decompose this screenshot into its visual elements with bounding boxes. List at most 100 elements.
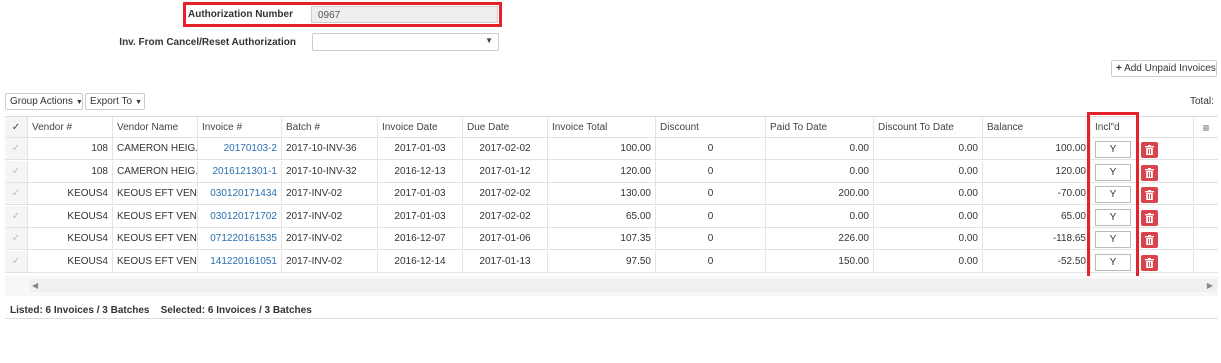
cell-vendor-number: 108 [27, 160, 112, 182]
trash-icon [1145, 190, 1154, 200]
cell-discount: 0 [655, 205, 765, 227]
arrow-right-icon[interactable]: ▶ [1207, 279, 1213, 292]
cell-invoice-total: 120.00 [547, 160, 655, 182]
inv-cancel-reset-select[interactable]: ▼ [312, 33, 499, 51]
cell-vendor-number: KEOUS4 [27, 205, 112, 227]
delete-row-button[interactable] [1141, 209, 1158, 226]
delete-row-button[interactable] [1141, 187, 1158, 203]
cell-discount-to-date: 0.00 [873, 228, 982, 249]
column-header-batch-number[interactable]: Batch # [281, 117, 377, 137]
column-header-discount[interactable]: Discount [655, 117, 765, 137]
cell-balance: -118.65 [982, 228, 1090, 249]
horizontal-scrollbar[interactable]: ◀ ▶ [30, 279, 1217, 292]
row-select-checkbox[interactable]: ✓ [5, 160, 27, 182]
column-header-balance[interactable]: Balance [982, 117, 1090, 137]
column-header-invoice-number[interactable]: Invoice # [197, 117, 281, 137]
group-actions-label: Group Actions [10, 96, 73, 107]
arrow-left-icon[interactable]: ◀ [32, 279, 38, 292]
plus-icon: + [1116, 63, 1122, 74]
table-row[interactable]: ✓ 108 CAMERON HEIG... 20170103-2 2017-10-INV… [5, 138, 1218, 160]
cell-due-date: 2017-01-06 [462, 228, 547, 249]
delete-row-button[interactable] [1141, 164, 1158, 181]
cell-discount-to-date: 0.00 [873, 250, 982, 272]
cell-spacer [1193, 228, 1218, 249]
cell-actions [1138, 160, 1193, 182]
trash-icon [1145, 257, 1154, 268]
inv-cancel-reset-label: Inv. From Cancel/Reset Authorization [119, 37, 296, 48]
cell-paid-to-date: 150.00 [765, 250, 873, 272]
column-header-due-date[interactable]: Due Date [462, 117, 547, 137]
table-row[interactable]: ✓ KEOUS4 KEOUS EFT VEN... 030120171702 2017-… [5, 205, 1218, 228]
cell-discount-to-date: 0.00 [873, 183, 982, 204]
cell-invoice-total: 97.50 [547, 250, 655, 272]
cell-invoice-number-link[interactable]: 2016121301-1 [197, 160, 281, 182]
cell-discount: 0 [655, 228, 765, 249]
authorization-number-field[interactable]: 0967 [311, 6, 498, 23]
column-header-invoice-date[interactable]: Invoice Date [377, 117, 462, 137]
cell-invoice-total: 100.00 [547, 138, 655, 159]
column-header-vendor-name[interactable]: Vendor Name [112, 117, 197, 137]
row-select-checkbox[interactable]: ✓ [5, 250, 27, 272]
cell-vendor-name: KEOUS EFT VEN... [112, 183, 197, 204]
row-select-checkbox[interactable]: ✓ [5, 228, 27, 249]
cell-invoice-total: 130.00 [547, 183, 655, 204]
included-column-highlight [1087, 112, 1139, 280]
column-header-paid-to-date[interactable]: Paid To Date [765, 117, 873, 137]
cell-spacer [1193, 205, 1218, 227]
cell-batch-number: 2017-INV-02 [281, 228, 377, 249]
cell-invoice-number-link[interactable]: 20170103-2 [197, 138, 281, 159]
cell-paid-to-date: 226.00 [765, 228, 873, 249]
select-all-checkbox[interactable]: ✓ [5, 117, 27, 137]
cell-due-date: 2017-02-02 [462, 138, 547, 159]
column-header-vendor-number[interactable]: Vendor # [27, 117, 112, 137]
cell-invoice-number-link[interactable]: 030120171434 [197, 183, 281, 204]
cell-paid-to-date: 200.00 [765, 183, 873, 204]
cell-spacer [1193, 250, 1218, 272]
column-header-invoice-total[interactable]: Invoice Total [547, 117, 655, 137]
delete-row-button[interactable] [1141, 142, 1158, 158]
table-row[interactable]: ✓ 108 CAMERON HEIG... 2016121301-1 2017-10-I… [5, 160, 1218, 183]
cell-discount: 0 [655, 183, 765, 204]
cell-batch-number: 2017-10-INV-36 [281, 138, 377, 159]
column-header-discount-to-date[interactable]: Discount To Date [873, 117, 982, 137]
cell-vendor-name: CAMERON HEIG... [112, 160, 197, 182]
trash-icon [1145, 212, 1154, 223]
cell-paid-to-date: 0.00 [765, 160, 873, 182]
delete-row-button[interactable] [1141, 232, 1158, 248]
cell-balance: -70.00 [982, 183, 1090, 204]
group-actions-button[interactable]: Group Actions ▼ [5, 93, 83, 110]
cell-invoice-number-link[interactable]: 141220161051 [197, 250, 281, 272]
export-to-button[interactable]: Export To ▼ [85, 93, 145, 110]
cell-vendor-number: KEOUS4 [27, 183, 112, 204]
cell-spacer [1193, 138, 1218, 159]
add-unpaid-invoices-button[interactable]: + Add Unpaid Invoices [1111, 60, 1217, 77]
cell-discount-to-date: 0.00 [873, 138, 982, 159]
cell-batch-number: 2017-INV-02 [281, 250, 377, 272]
table-row[interactable]: ✓ KEOUS4 KEOUS EFT VEN... 071220161535 2017-… [5, 228, 1218, 250]
authorization-number-label: Authorization Number [188, 9, 293, 20]
cell-paid-to-date: 0.00 [765, 138, 873, 159]
cell-invoice-number-link[interactable]: 030120171702 [197, 205, 281, 227]
add-unpaid-invoices-label: Add Unpaid Invoices [1124, 63, 1216, 74]
cell-vendor-name: KEOUS EFT VEN... [112, 205, 197, 227]
delete-row-button[interactable] [1141, 254, 1158, 271]
cell-balance: 65.00 [982, 205, 1090, 227]
caret-down-icon: ▼ [75, 99, 83, 106]
cell-discount-to-date: 0.00 [873, 205, 982, 227]
table-row[interactable]: ✓ KEOUS4 KEOUS EFT VEN... 030120171434 2017-… [5, 183, 1218, 205]
row-select-checkbox[interactable]: ✓ [5, 138, 27, 159]
cell-actions [1138, 250, 1193, 272]
listed-selected-status: Listed: 6 Invoices / 3 Batches Selected:… [10, 305, 312, 316]
cell-balance: 120.00 [982, 160, 1090, 182]
caret-down-icon: ▼ [135, 99, 142, 106]
cell-vendor-name: KEOUS EFT VEN... [112, 250, 197, 272]
cell-invoice-number-link[interactable]: 071220161535 [197, 228, 281, 249]
cell-invoice-total: 107.35 [547, 228, 655, 249]
menu-icon[interactable]: ≡ [1193, 117, 1218, 137]
row-select-checkbox[interactable]: ✓ [5, 183, 27, 204]
cell-discount-to-date: 0.00 [873, 160, 982, 182]
row-select-checkbox[interactable]: ✓ [5, 205, 27, 227]
cell-spacer [1193, 183, 1218, 204]
table-row[interactable]: ✓ KEOUS4 KEOUS EFT VEN... 141220161051 2017-… [5, 250, 1218, 273]
cell-vendor-number: KEOUS4 [27, 228, 112, 249]
